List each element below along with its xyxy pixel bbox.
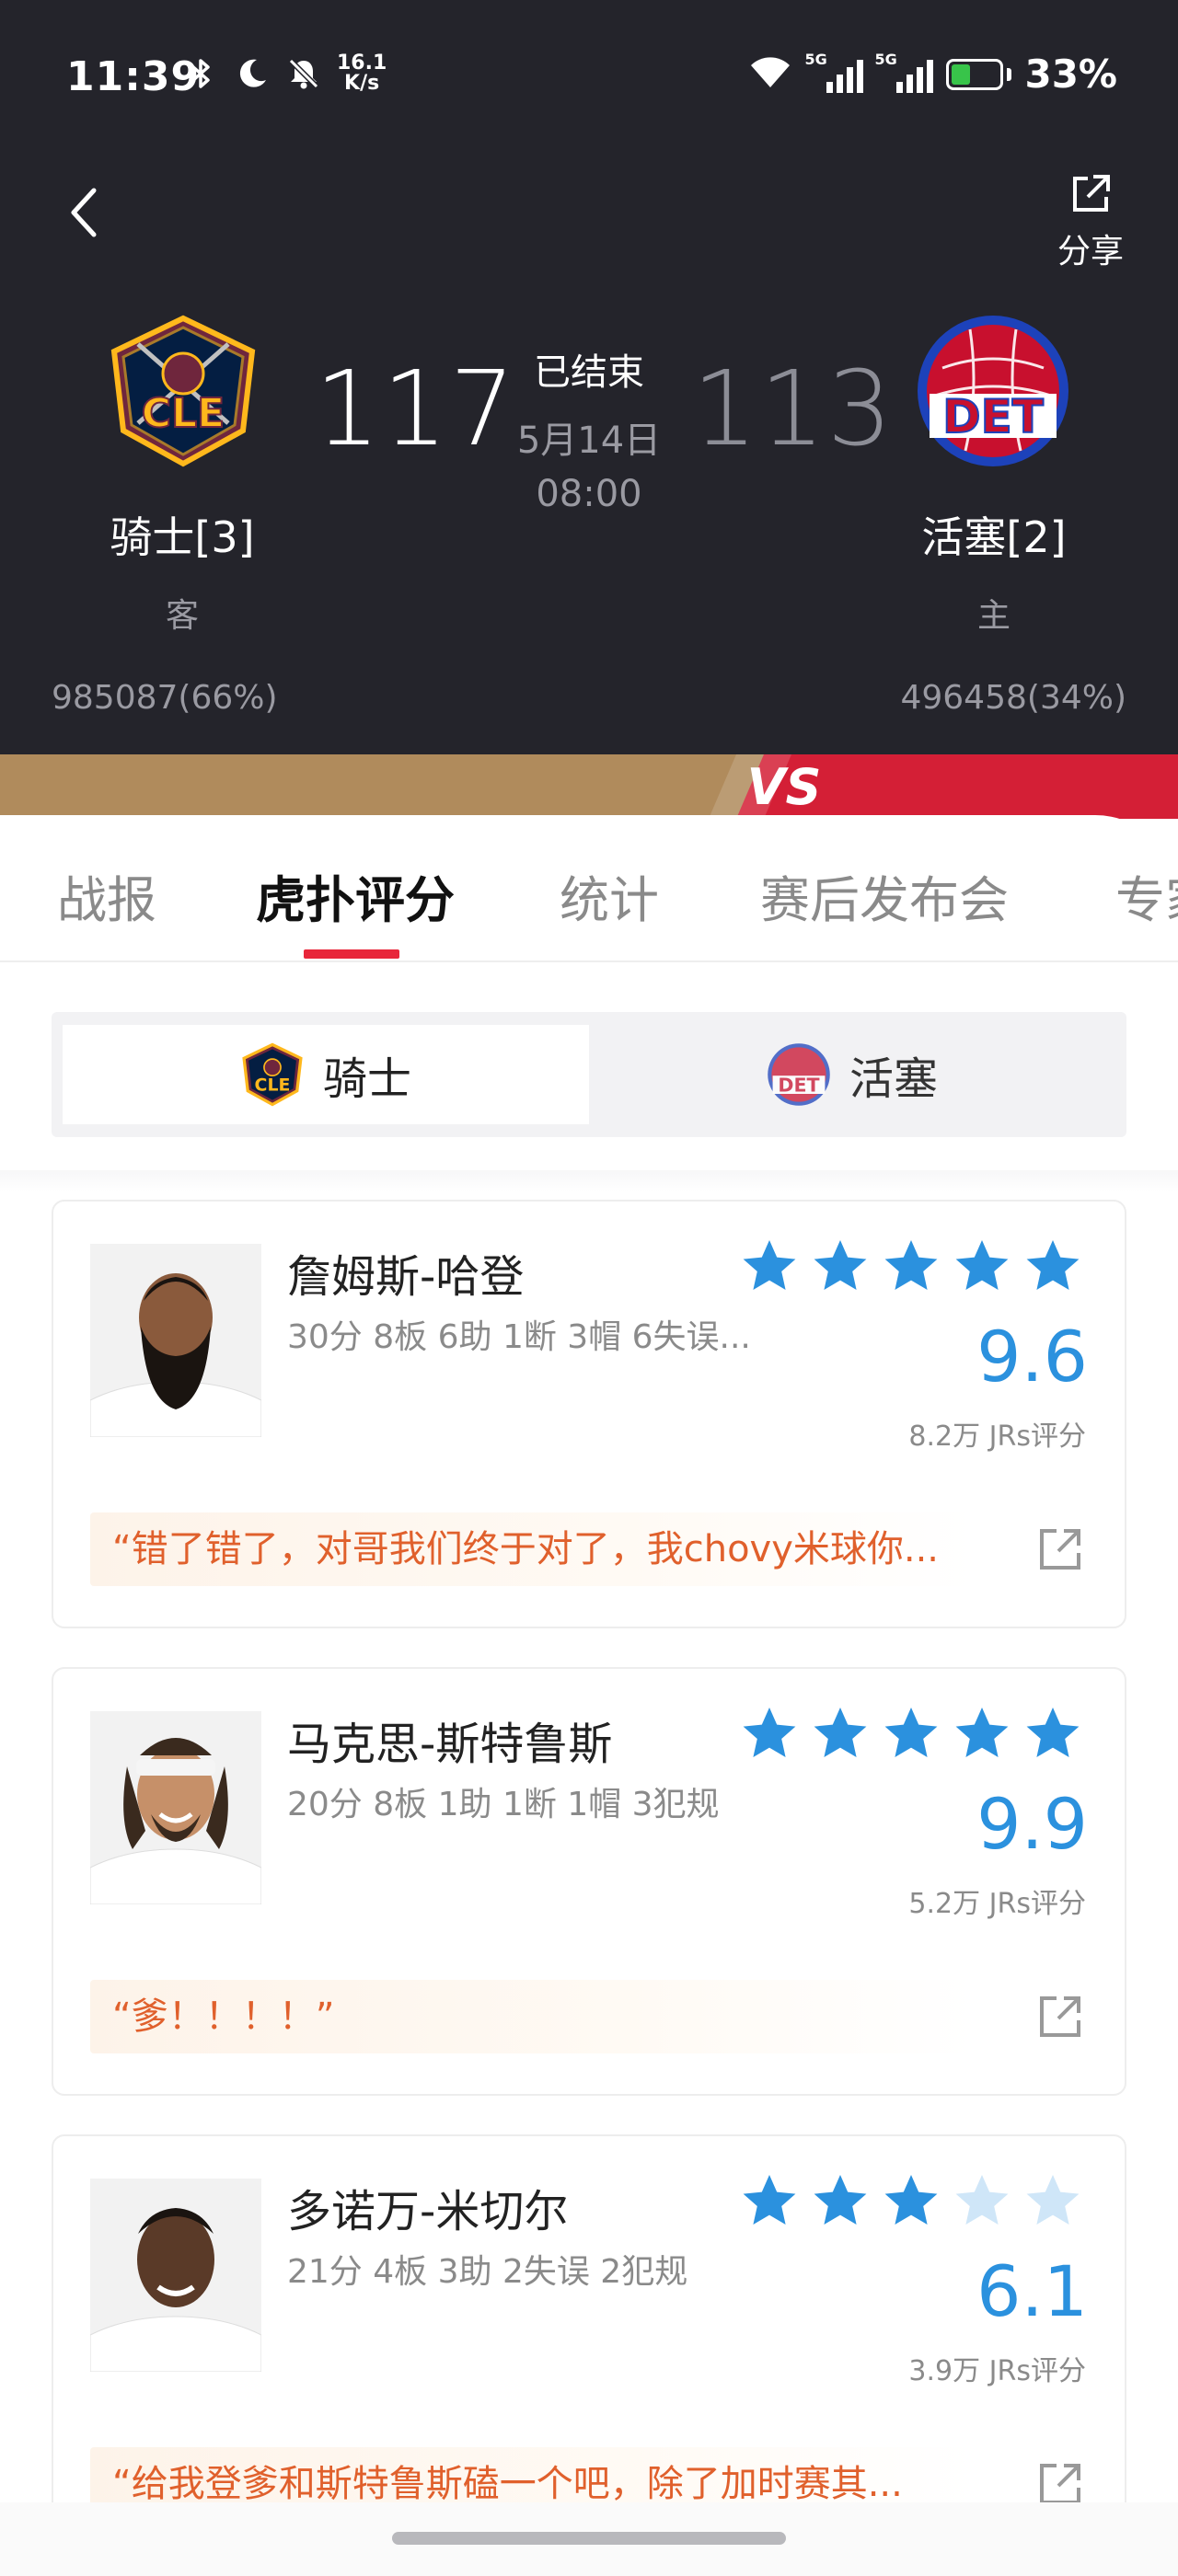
home-score: 113 [692,350,895,469]
home-team-name[interactable]: 活塞[2] [874,504,1114,565]
moon-icon [234,55,271,92]
signal-label-1: 5G [804,50,827,68]
status-icons: 16.1 K/s [182,53,387,94]
pistons-small-logo: DET [768,1043,830,1106]
pistons-logo[interactable]: DET [915,313,1071,469]
cavaliers-logo[interactable]: CLE [105,313,261,469]
network-speed-value: 16.1 [337,52,387,75]
small-logo-text-det: DET [778,1075,819,1097]
team-toggle: CLE 骑士 DET 活塞 [52,1012,1126,1137]
game-date: 5月14日 [516,420,662,462]
tab-hupu-rating[interactable]: 虎扑评分 [256,859,455,932]
game-header: 11:39 16.1 K/s 5G 5G 33% 分享 CLE DET 骑士[3… [0,0,1178,754]
tab-stats[interactable]: 统计 [560,859,659,932]
player-photo [90,1711,261,1904]
player-photo [90,1244,261,1437]
bell-off-icon [285,55,322,92]
star-icon [955,1240,1009,1290]
star-icon [955,2175,1009,2225]
cavaliers-small-logo: CLE [242,1042,303,1107]
star-icon [1026,1240,1080,1290]
star-icon [1026,2175,1080,2225]
back-button[interactable] [61,180,107,245]
logo-text-det: DET [942,390,1044,443]
rating-votes: 8.2万 JRs评分 [908,1420,1086,1453]
star-icon [743,1240,796,1290]
top-comment[interactable]: “错了错了，对哥我们终于对了，我chovy米球你... [90,1512,974,1586]
player-photo [90,2179,261,2372]
player-stats: 20分 8板 1助 1断 1帽 3犯规 [287,1786,720,1823]
status-bar: 11:39 16.1 K/s 5G 5G 33% [0,0,1178,156]
player-card[interactable]: 多诺万-米切尔 21分 4板 3助 2失误 2犯规 6.1 3.9万 JRs评分… [52,2134,1126,2563]
section-divider [0,1170,1178,1192]
bluetooth-icon [182,55,219,92]
network-speed: 16.1 K/s [337,53,387,94]
player-stats: 30分 8板 6助 1断 3帽 6失误... [287,1318,751,1356]
player-name: 多诺万-米切尔 [287,2186,569,2237]
status-time: 11:39 [66,53,201,100]
player-name: 詹姆斯-哈登 [287,1251,525,1303]
star-rating [740,1704,1082,1763]
away-support-votes: 985087(66%) [52,679,278,717]
wifi-icon [747,54,793,95]
away-team-name[interactable]: 骑士[3] [63,504,302,565]
open-external-icon[interactable] [1036,1525,1084,1573]
battery-percent: 33% [1024,52,1117,97]
star-icon [1026,1708,1080,1757]
signal-icon: 5G [874,51,934,93]
home-label: 主 [976,597,1011,635]
open-external-icon[interactable] [1036,2460,1084,2508]
toggle-pistons[interactable]: DET 活塞 [589,1025,1115,1124]
star-icon [814,2175,867,2225]
player-stats: 21分 4板 3助 2失误 2犯规 [287,2253,688,2291]
vs-text: VS [747,758,822,816]
player-rating: 9.6 [976,1316,1088,1397]
signal-icon: 5G [804,51,864,93]
rating-votes: 3.9万 JRs评分 [908,2355,1086,2387]
share-button[interactable]: 分享 [1049,171,1132,270]
share-icon [1073,175,1110,212]
tab-bar: 战报 虎扑评分 统计 赛后发布会 专家 [0,815,1178,962]
back-chevron-icon [71,188,97,237]
tab-report[interactable]: 战报 [57,859,156,932]
status-right: 5G 5G 33% [747,51,1117,97]
battery-icon [946,58,1012,90]
game-status: 已结束 [534,351,644,394]
player-rating: 9.9 [976,1783,1088,1865]
star-icon [814,1708,867,1757]
star-rating [740,2171,1082,2230]
star-icon [884,2175,938,2225]
player-card[interactable]: 詹姆斯-哈登 30分 8板 6助 1断 3帽 6失误... 9.6 8.2万 J… [52,1200,1126,1628]
toggle-cavaliers-label: 骑士 [322,1053,411,1105]
player-card[interactable]: 马克思-斯特鲁斯 20分 8板 1助 1断 1帽 3犯规 9.9 5.2万 JR… [52,1667,1126,2096]
top-comment[interactable]: “爹！！！！” [90,1980,974,2053]
network-speed-unit: K/s [344,72,380,95]
away-score: 117 [315,350,517,469]
vs-banner: VS [0,754,1178,819]
signal-label-2: 5G [874,50,897,68]
player-rating: 6.1 [976,2250,1088,2332]
open-external-icon[interactable] [1036,1993,1084,2041]
home-support-votes: 496458(34%) [900,679,1126,717]
star-icon [814,1240,867,1290]
tab-press-conference[interactable]: 赛后发布会 [760,859,1009,932]
toggle-cavaliers[interactable]: CLE 骑士 [63,1025,589,1124]
star-icon [884,1708,938,1757]
home-indicator[interactable] [392,2532,786,2545]
tab-expert[interactable]: 专家 [1115,859,1178,932]
star-icon [955,1708,1009,1757]
player-name: 马克思-斯特鲁斯 [287,1719,613,1770]
star-icon [743,1708,796,1757]
rating-votes: 5.2万 JRs评分 [908,1888,1086,1920]
share-label: 分享 [1057,233,1124,270]
small-logo-text-cle: CLE [255,1075,291,1096]
game-time: 08:00 [536,473,642,515]
away-label: 客 [165,597,199,635]
toggle-pistons-label: 活塞 [849,1053,938,1105]
logo-text-cle: CLE [142,390,225,437]
active-tab-indicator [304,949,399,959]
star-icon [743,2175,796,2225]
star-icon [884,1240,938,1290]
star-rating [740,1236,1082,1295]
